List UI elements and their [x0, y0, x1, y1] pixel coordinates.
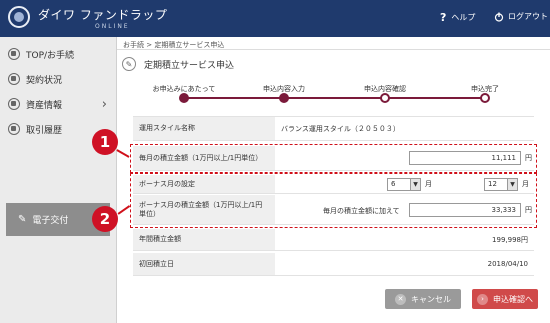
home-icon: [8, 48, 20, 60]
contract-icon: [8, 73, 20, 85]
step-dot: [380, 93, 390, 103]
highlight-box-2: [130, 173, 537, 228]
power-icon: [494, 12, 504, 22]
step-line: [184, 97, 485, 99]
confirm-label: 申込確認へ: [493, 294, 533, 304]
question-icon: ?: [440, 11, 447, 24]
sidebar-item-label: TOP/お手続: [26, 50, 75, 61]
sidebar-item-label: 資産情報: [26, 100, 63, 111]
sidebar-item-label: 取引履歴: [26, 125, 63, 136]
brand-subtitle: ONLINE: [95, 23, 130, 30]
chevron-right-icon: ›: [101, 97, 107, 112]
sidebar-item-assets[interactable]: 資産情報 ›: [0, 94, 117, 114]
step-dot: [480, 93, 490, 103]
sidebar-item-contract[interactable]: 契約状況: [0, 69, 117, 89]
daiwa-logo-icon: [8, 6, 30, 28]
leader-line-1: [116, 149, 130, 158]
e-delivery-label: 電子交付: [32, 216, 69, 226]
divider: [117, 49, 550, 50]
arrow-right-icon: ›: [477, 293, 488, 305]
page-title-text: 定期積立サービス申込: [144, 60, 235, 71]
sidebar-item-top[interactable]: TOP/お手続: [0, 44, 117, 64]
annotation-badge-2: 2: [92, 206, 118, 232]
annual-label: 年間積立金額: [133, 229, 275, 250]
leader-line-2: [117, 205, 130, 215]
cancel-label: キャンセル: [411, 294, 451, 304]
help-link[interactable]: ? ヘルプ: [440, 11, 475, 24]
row-annual: 年間積立金額 199,998円: [133, 229, 534, 251]
logout-link[interactable]: ログアウト: [494, 11, 548, 22]
step-dot: [279, 93, 289, 103]
confirm-button[interactable]: › 申込確認へ: [472, 289, 538, 309]
style-value: バランス運用スタイル（２０５０３）: [281, 124, 400, 133]
page-title: ✎ 定期積立サービス申込: [122, 57, 234, 71]
row-style: 運用スタイル名称 バランス運用スタイル（２０５０３）: [133, 116, 534, 141]
history-icon: [8, 123, 20, 135]
step-dot: [179, 93, 189, 103]
close-icon: ✕: [395, 293, 406, 305]
style-label: 運用スタイル名称: [133, 117, 275, 140]
app-header: ダイワ ファンドラップ ONLINE ? ヘルプ ログアウト: [0, 0, 550, 37]
sidebar-item-label: 契約状況: [26, 75, 63, 86]
pencil-circle-icon: ✎: [122, 57, 136, 71]
annotation-badge-1: 1: [92, 129, 118, 155]
sidebar: TOP/お手続 契約状況 資産情報 › 取引履歴 ✎ 電子交付: [0, 37, 117, 323]
first-date-label: 初回積立日: [133, 253, 275, 275]
help-label: ヘルプ: [451, 13, 476, 22]
logout-label: ログアウト: [508, 12, 548, 21]
chart-icon: [8, 98, 20, 110]
row-first-date: 初回積立日 2018/04/10: [133, 253, 534, 276]
pencil-icon: ✎: [18, 214, 27, 225]
cancel-button[interactable]: ✕ キャンセル: [385, 289, 461, 309]
annual-value: 199,998円: [492, 235, 528, 244]
highlight-box-1: [130, 144, 537, 173]
first-date-value: 2018/04/10: [487, 260, 528, 268]
brand-title: ダイワ ファンドラップ: [38, 8, 168, 22]
